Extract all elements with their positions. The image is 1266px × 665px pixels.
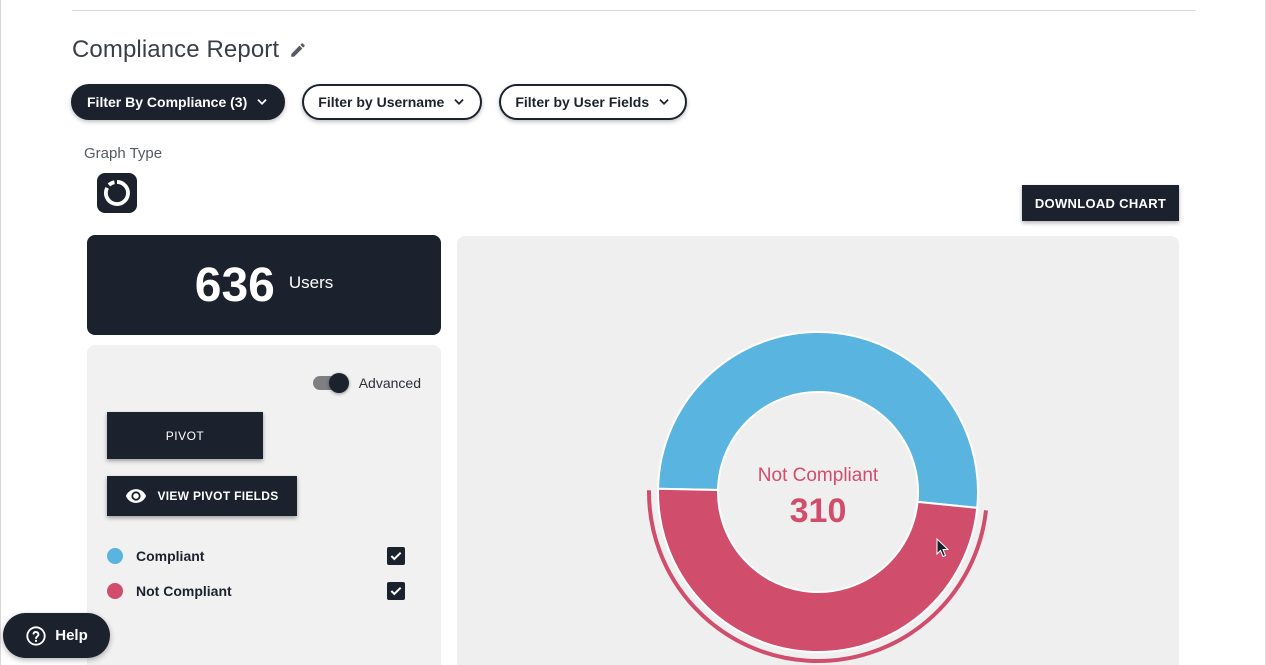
check-icon <box>390 551 402 561</box>
legend-item-compliant: Compliant <box>107 544 407 568</box>
top-divider <box>72 10 1196 11</box>
advanced-label: Advanced <box>358 375 421 391</box>
view-pivot-fields-button[interactable]: VIEW PIVOT FIELDS <box>107 476 297 516</box>
legend-item-not-compliant: Not Compliant <box>107 579 407 603</box>
view-pivot-label: VIEW PIVOT FIELDS <box>157 489 279 503</box>
help-circle-icon <box>26 625 46 646</box>
chevron-down-icon <box>454 99 465 105</box>
filter-username-dropdown[interactable]: Filter by Username <box>302 84 483 120</box>
donut-chart-icon <box>103 180 130 206</box>
filter-bar: Filter By Compliance (3) Filter by Usern… <box>71 84 688 120</box>
filter-label: Filter by User Fields <box>515 94 650 110</box>
filter-compliance-dropdown[interactable]: Filter By Compliance (3) <box>71 84 286 120</box>
chevron-down-icon <box>257 99 267 105</box>
advanced-toggle-row: Advanced <box>312 373 421 393</box>
filter-label: Filter by Username <box>318 94 445 110</box>
mouse-pointer-icon <box>936 538 950 558</box>
page-title: Compliance Report <box>72 36 280 63</box>
chevron-down-icon <box>659 99 669 105</box>
eye-icon <box>126 489 147 503</box>
users-summary-card: 636 Users <box>87 235 441 335</box>
donut-chart <box>647 331 988 663</box>
help-button[interactable]: Help <box>3 613 110 658</box>
legend-label: Not Compliant <box>136 583 232 599</box>
not-compliant-checkbox[interactable] <box>387 582 405 600</box>
legend-label: Compliant <box>136 548 205 564</box>
legend-dot <box>107 548 123 564</box>
pencil-icon[interactable] <box>289 41 307 59</box>
filter-user-fields-dropdown[interactable]: Filter by User Fields <box>499 84 688 120</box>
chart-options-panel: Advanced PIVOT VIEW PIVOT FIELDS Complia… <box>87 345 441 665</box>
graph-type-label: Graph Type <box>84 145 163 162</box>
compliant-checkbox[interactable] <box>387 547 405 565</box>
legend-dot <box>107 583 123 599</box>
users-label: Users <box>288 273 334 292</box>
donut-center-label: Not Compliant <box>757 465 879 486</box>
filter-label: Filter By Compliance (3) <box>87 94 248 110</box>
pivot-button[interactable]: PIVOT <box>107 412 263 459</box>
check-icon <box>390 586 402 596</box>
users-count: 636 <box>194 258 275 312</box>
download-chart-button[interactable]: DOWNLOAD CHART <box>1022 185 1179 221</box>
toggle-knob <box>328 373 349 393</box>
help-label: Help <box>55 627 88 644</box>
advanced-toggle[interactable] <box>312 373 349 393</box>
title-row: Compliance Report <box>72 36 307 64</box>
graph-type-donut-button[interactable] <box>97 173 137 213</box>
donut-center-value: 310 <box>789 492 847 530</box>
chart-panel: Not Compliant 310 <box>457 236 1179 665</box>
